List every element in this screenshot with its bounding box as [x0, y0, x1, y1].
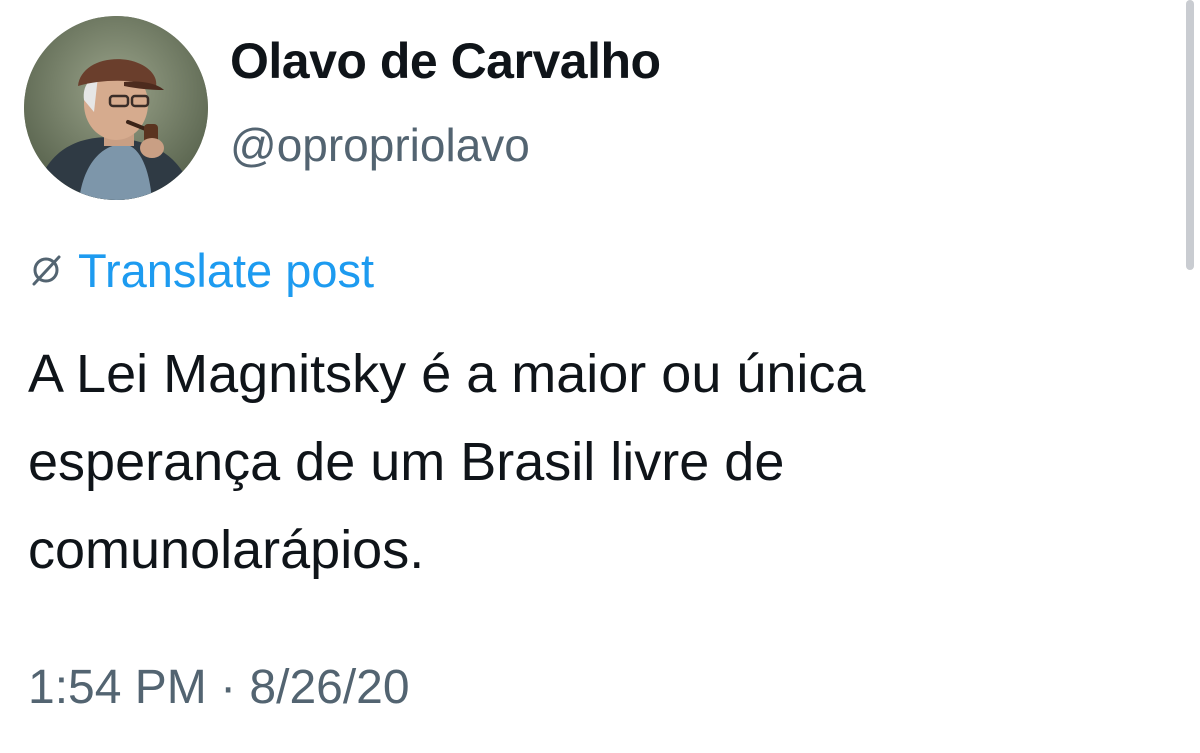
post-text: A Lei Magnitsky é a maior ou única esper…	[28, 330, 1148, 594]
post-text-line: esperança de um Brasil livre de	[28, 432, 785, 492]
post-text-line: A Lei Magnitsky é a maior ou única	[28, 344, 866, 404]
scrollbar-thumb[interactable]	[1186, 0, 1194, 270]
avatar-image	[24, 16, 208, 200]
author-display-name[interactable]: Olavo de Carvalho	[230, 36, 661, 86]
translate-post-label: Translate post	[78, 243, 375, 297]
post-text-line: comunolarápios.	[28, 520, 425, 580]
post-timestamp[interactable]: 1:54 PM · 8/26/20	[28, 664, 410, 712]
translate-post-link[interactable]: Translate post	[28, 240, 374, 300]
tweet: Olavo de Carvalho @opropriolavo Translat…	[0, 0, 1200, 753]
author-handle[interactable]: @opropriolavo	[230, 122, 530, 168]
globe-slash-icon	[32, 255, 61, 286]
author-avatar[interactable]	[24, 16, 208, 200]
